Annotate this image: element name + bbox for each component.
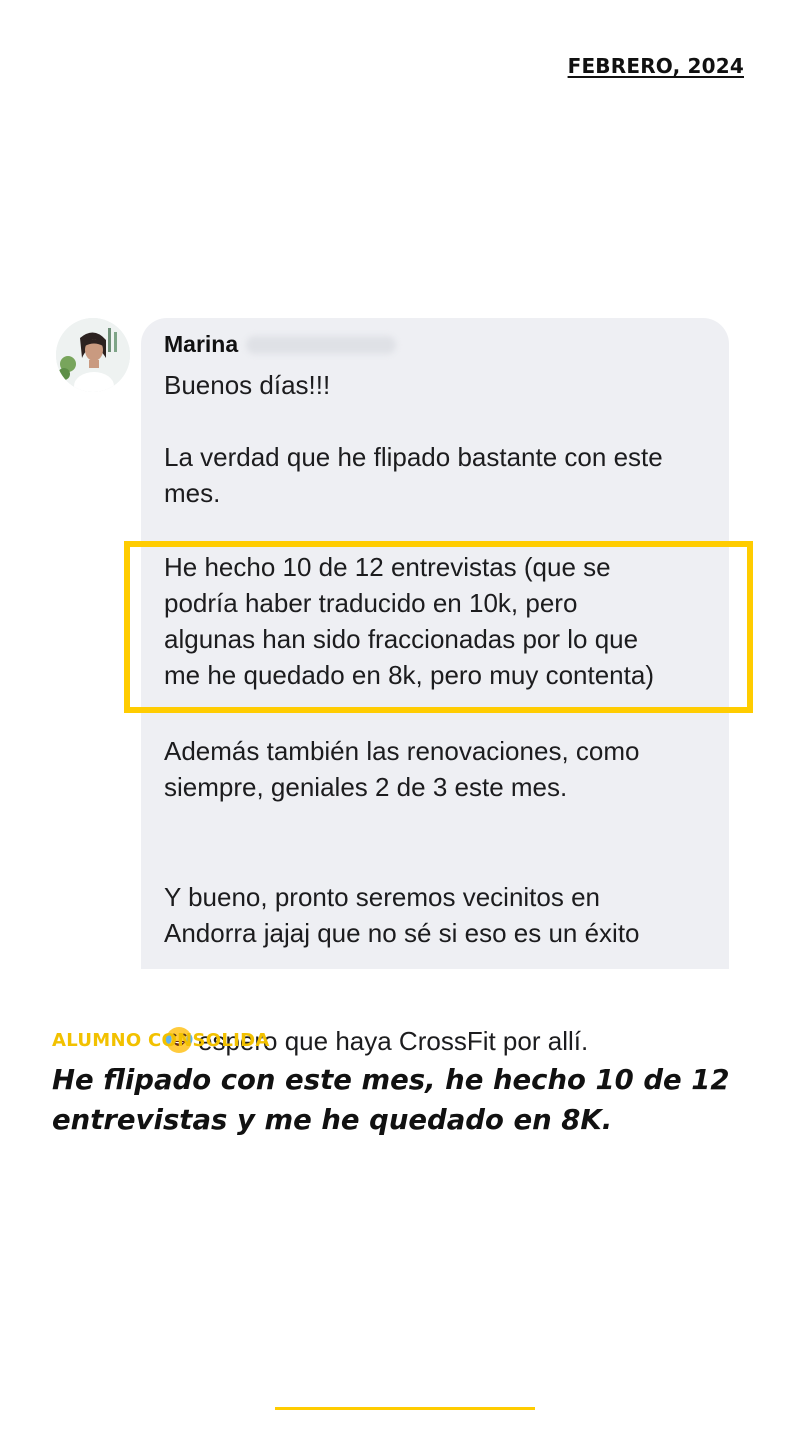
message-paragraph: La verdad que he flipado bastante con es…: [164, 442, 663, 508]
blurred-surname: [246, 335, 397, 354]
sender-name: Marina: [164, 331, 239, 357]
testimonial-quote: He flipado con este mes, he hecho 10 de …: [52, 1064, 730, 1136]
message-line: Y bueno, pronto seremos vecinitos en And…: [164, 882, 640, 948]
avatar-photo: [56, 318, 130, 392]
date-heading: FEBRERO, 2024: [567, 54, 744, 78]
message-paragraph: Buenos días!!!: [164, 370, 331, 400]
decorative-divider: [275, 1407, 535, 1410]
message-paragraph: Y bueno, pronto seremos vecinitos en And…: [164, 843, 724, 1059]
testimonial-label: ALUMNO CONSOLIDA: [52, 1030, 270, 1051]
message-paragraph: Además también las renovaciones, como si…: [164, 736, 640, 802]
highlight-frame: [124, 541, 753, 713]
avatar[interactable]: [56, 318, 130, 392]
sender-name-row: Marina: [164, 331, 397, 358]
